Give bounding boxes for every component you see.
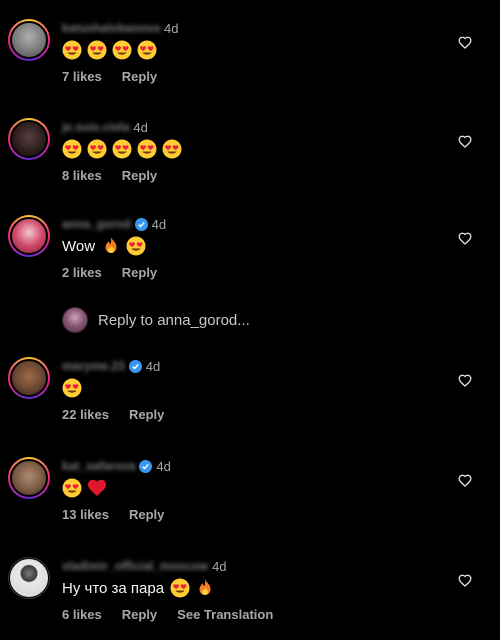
heart-outline-icon — [458, 232, 472, 245]
avatar[interactable] — [8, 357, 50, 399]
heart-eyes-emoji-icon — [126, 236, 146, 256]
reply-button[interactable]: Reply — [129, 407, 164, 422]
likes-count[interactable]: 8 likes — [62, 168, 102, 183]
heart-eyes-emoji-icon — [62, 40, 82, 60]
reply-button[interactable]: Reply — [122, 168, 157, 183]
comment-text: Wow — [62, 237, 96, 255]
username[interactable]: anna_gorod — [62, 217, 131, 231]
heart-outline-icon — [458, 135, 472, 148]
like-button[interactable] — [456, 571, 474, 589]
likes-count[interactable]: 2 likes — [62, 265, 102, 280]
heart-eyes-emoji-icon — [87, 40, 107, 60]
comment-body: Wow — [62, 234, 151, 258]
heart-eyes-emoji-icon — [62, 139, 82, 159]
heart-eyes-emoji-icon — [62, 478, 82, 498]
verified-badge-icon — [134, 217, 148, 231]
comment-header: katushalobanova 4d — [62, 19, 179, 37]
heart-eyes-emoji-icon — [137, 40, 157, 60]
comment-meta: 22 likes Reply — [62, 405, 184, 423]
username[interactable]: maryme.23 — [62, 359, 125, 373]
verified-badge-icon — [139, 459, 153, 473]
reply-avatar — [62, 307, 88, 333]
comment-header: vladimir_official_moscow 4d — [62, 557, 227, 575]
heart-eyes-emoji-icon — [112, 40, 132, 60]
avatar[interactable] — [8, 215, 50, 257]
comment-body — [62, 476, 112, 500]
comment-body — [62, 137, 187, 161]
comment-meta: 7 likes Reply — [62, 67, 177, 85]
red-heart-emoji-icon — [88, 479, 106, 496]
reply-button[interactable]: Reply — [129, 507, 164, 522]
timestamp: 4d — [212, 558, 227, 574]
comment-header: je.suis.ciela 4d — [62, 118, 148, 136]
like-button[interactable] — [456, 371, 474, 389]
reply-button[interactable]: Reply — [122, 265, 157, 280]
fire-emoji-icon — [105, 237, 117, 253]
username[interactable]: katushalobanova — [62, 21, 160, 35]
like-button[interactable] — [456, 229, 474, 247]
comment-body: Ну что за пара — [62, 576, 220, 600]
timestamp: 4d — [156, 458, 171, 474]
username[interactable]: kat_safarova — [62, 459, 135, 473]
verified-badge-icon — [128, 359, 142, 373]
timestamp: 4d — [133, 119, 148, 135]
comment-body — [62, 38, 162, 62]
reply-button[interactable]: Reply — [122, 607, 157, 622]
comment-header: anna_gorod 4d — [62, 215, 166, 233]
see-translation-link[interactable]: See Translation — [177, 607, 273, 622]
heart-eyes-emoji-icon — [112, 139, 132, 159]
comment-text: Ну что за пара — [62, 579, 165, 597]
comment-meta: 2 likes Reply — [62, 263, 177, 281]
heart-eyes-emoji-icon — [87, 139, 107, 159]
comment-meta: 6 likes Reply See Translation — [62, 605, 293, 623]
timestamp: 4d — [145, 358, 161, 374]
heart-outline-icon — [458, 474, 472, 487]
like-button[interactable] — [456, 471, 474, 489]
timestamp: 4d — [151, 216, 167, 232]
like-button[interactable] — [456, 132, 474, 150]
like-button[interactable] — [456, 33, 474, 51]
comment-header: maryme.23 4d — [62, 357, 160, 375]
likes-count[interactable]: 13 likes — [62, 507, 109, 522]
reply-to-label[interactable]: Reply to anna_gorod... — [98, 312, 250, 329]
avatar[interactable] — [8, 19, 50, 61]
reply-to-thread[interactable]: Reply to anna_gorod... — [62, 306, 250, 334]
reply-button[interactable]: Reply — [122, 69, 157, 84]
heart-outline-icon — [458, 36, 472, 49]
heart-eyes-emoji-icon — [162, 139, 182, 159]
comment-meta: 13 likes Reply — [62, 505, 184, 523]
heart-eyes-emoji-icon — [62, 378, 82, 398]
likes-count[interactable]: 7 likes — [62, 69, 102, 84]
heart-outline-icon — [458, 374, 472, 387]
heart-eyes-emoji-icon — [170, 578, 190, 598]
likes-count[interactable]: 22 likes — [62, 407, 109, 422]
heart-eyes-emoji-icon — [137, 139, 157, 159]
heart-outline-icon — [458, 574, 472, 587]
username[interactable]: vladimir_official_moscow — [62, 559, 208, 573]
comment-body — [62, 376, 87, 400]
fire-emoji-icon — [199, 579, 211, 595]
avatar[interactable] — [8, 557, 50, 599]
avatar[interactable] — [8, 457, 50, 499]
likes-count[interactable]: 6 likes — [62, 607, 102, 622]
username[interactable]: je.suis.ciela — [62, 120, 129, 134]
avatar[interactable] — [8, 118, 50, 160]
comment-meta: 8 likes Reply — [62, 166, 177, 184]
timestamp: 4d — [164, 20, 179, 36]
comment-header: kat_safarova 4d — [62, 457, 171, 475]
